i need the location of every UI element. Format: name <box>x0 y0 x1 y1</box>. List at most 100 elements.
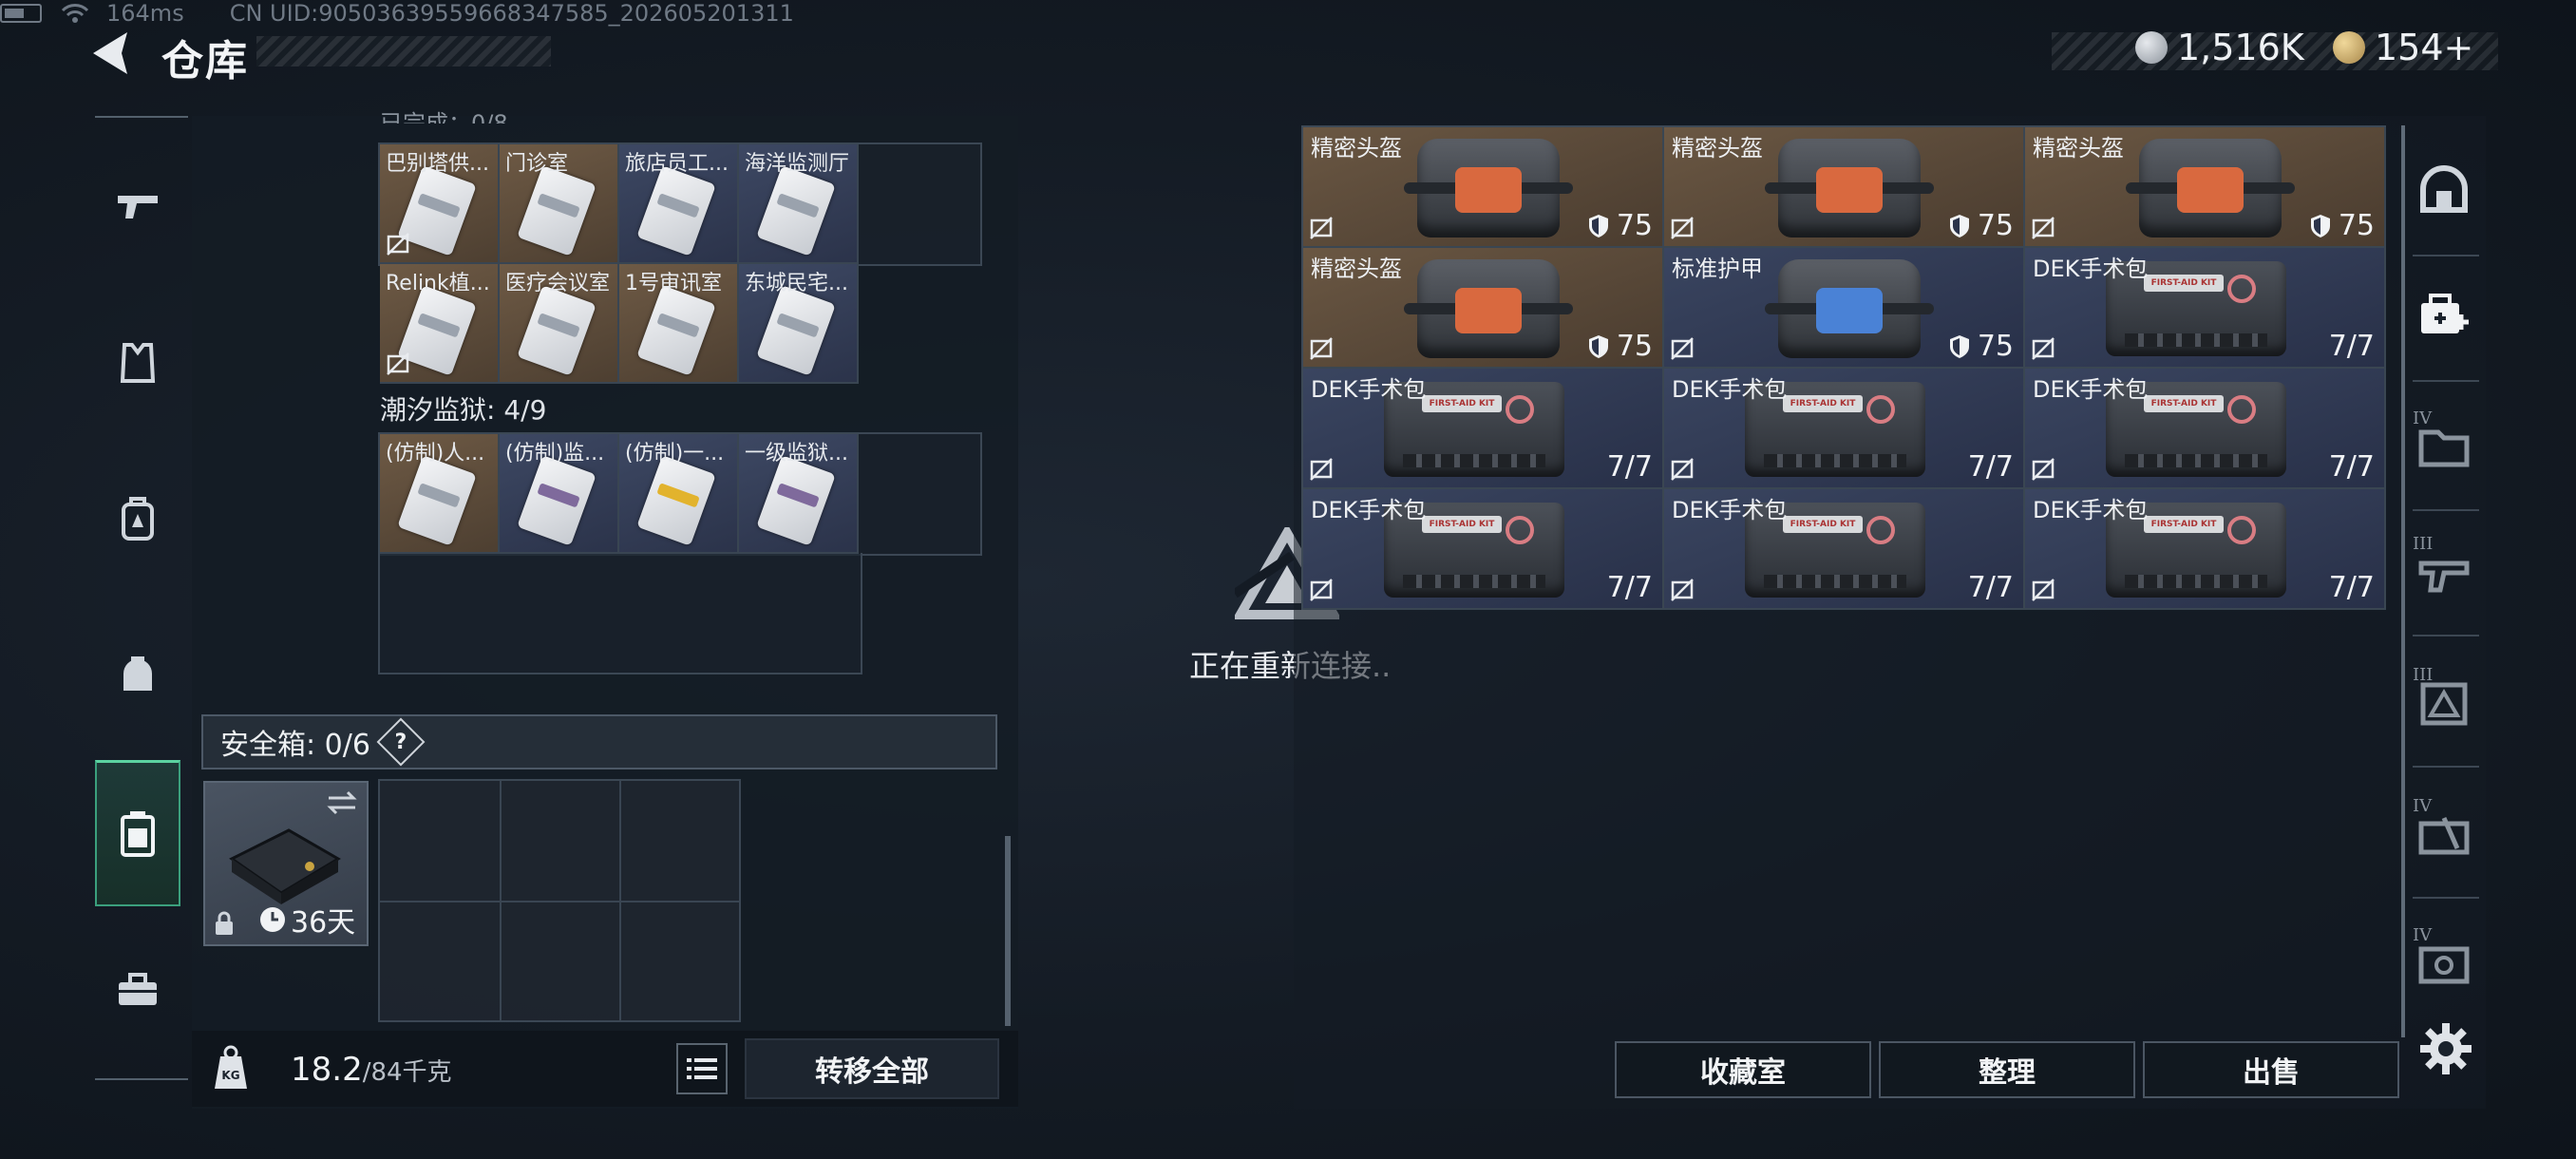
keycard-label: 东城民宅... <box>745 272 848 295</box>
no-sell-icon <box>1671 579 1694 601</box>
rail-toolbox-button[interactable] <box>95 942 180 1037</box>
sell-button[interactable]: 出售 <box>2143 1041 2399 1098</box>
keycard-label: 门诊室 <box>505 152 569 176</box>
warning-tab[interactable]: III <box>2413 665 2475 733</box>
rail-helmet-button[interactable] <box>95 627 180 722</box>
back-arrow-icon <box>93 32 127 74</box>
stash-item-value-text: 75 <box>1616 330 1653 363</box>
help-button[interactable]: ? <box>376 717 426 767</box>
rail-container-button[interactable] <box>95 760 180 906</box>
keycard-icon <box>636 285 716 376</box>
keycard-icon <box>517 285 597 376</box>
helmet-tab[interactable] <box>2413 160 2475 222</box>
safebox-header: 安全箱: 0/6 ? <box>201 714 997 770</box>
stash-item-value-text: 7/7 <box>2328 330 2375 363</box>
stash-item[interactable]: 精密头盔 75 <box>1303 248 1664 369</box>
swap-icon <box>327 790 357 815</box>
settings-button[interactable] <box>2418 1021 2473 1076</box>
keycard-label: (仿制)一... <box>625 442 725 466</box>
keycard-slot[interactable]: 海洋监测厅 <box>739 144 859 264</box>
rail-backpack-button[interactable] <box>95 471 180 566</box>
stash-item[interactable]: FIRST-AID KIT DEK手术包 7/7 <box>1303 369 1664 489</box>
stash-item[interactable]: FIRST-AID KIT DEK手术包 7/7 <box>2025 489 2386 610</box>
no-sell-icon <box>1671 458 1694 481</box>
stash-item-label: DEK手术包 <box>2033 376 2149 403</box>
medkit-tag: FIRST-AID KIT <box>1422 516 1502 533</box>
transfer-all-button[interactable]: 转移全部 <box>745 1038 999 1099</box>
safebox-timer: 36天 <box>258 899 355 940</box>
keycard-slot[interactable]: 一级监狱... <box>739 434 859 554</box>
keycard-slot[interactable]: 门诊室 <box>500 144 619 264</box>
organize-button[interactable]: 整理 <box>1879 1041 2135 1098</box>
stash-item-label: DEK手术包 <box>1311 376 1427 403</box>
safebox-timer-text: 36天 <box>291 906 356 940</box>
category-rail <box>95 116 188 1080</box>
gear-bag-icon <box>1404 259 1573 358</box>
no-sell-icon <box>1310 458 1333 481</box>
stash-item-label: 精密头盔 <box>1672 135 1763 162</box>
keycard-slot[interactable]: (仿制)人... <box>380 434 500 554</box>
safe-tab[interactable]: IV <box>2413 925 2475 994</box>
keycard-label: 海洋监测厅 <box>745 152 850 176</box>
keycard-slot[interactable]: 巴别塔供... <box>380 144 500 264</box>
medical-tab[interactable] <box>2413 285 2475 348</box>
no-sell-icon <box>1310 337 1333 360</box>
stash-item-value: 7/7 <box>1607 450 1653 484</box>
gun-tab[interactable]: III <box>2413 534 2475 602</box>
stash-item[interactable]: 精密头盔 75 <box>1664 127 2025 248</box>
stash-item-value-text: 75 <box>1977 209 2014 242</box>
no-sell-icon <box>1310 579 1333 601</box>
armor-shield-icon <box>2310 214 2330 238</box>
tab-level: III <box>2413 665 2434 685</box>
stash-item-value-text: 75 <box>1977 330 2014 363</box>
safebox-item[interactable]: 36天 <box>203 781 369 946</box>
keycard-slot[interactable]: Relink植... <box>380 264 500 384</box>
keycard-label: 巴别塔供... <box>386 152 489 176</box>
keycard-label: (仿制)人... <box>386 442 485 466</box>
no-sell-icon <box>1310 217 1333 239</box>
uid-text: CN UID:9050363955966834758​5_20260520131… <box>229 0 794 27</box>
group-a-label: 已完成：0/8 <box>380 110 508 124</box>
no-sell-icon <box>2032 217 2055 239</box>
stash-item-value: 7/7 <box>2329 330 2375 363</box>
keycard-label: 医疗会议室 <box>505 272 611 295</box>
medkit-tag: FIRST-AID KIT <box>1783 516 1863 533</box>
stash-item[interactable]: FIRST-AID KIT DEK手术包 7/7 <box>1664 489 2025 610</box>
keycard-slot[interactable]: (仿制)一... <box>619 434 739 554</box>
stash-item-value-text: 75 <box>1616 209 1653 242</box>
tab-divider <box>2413 766 2479 768</box>
backpack-icon <box>122 497 154 541</box>
rail-armor-button[interactable] <box>95 315 180 410</box>
weight-current: 18.2 <box>291 1051 363 1089</box>
folder-tab[interactable]: IV <box>2413 408 2475 477</box>
stash-item[interactable]: 精密头盔 75 <box>1303 127 1664 248</box>
wifi-icon <box>61 4 89 23</box>
stash-item[interactable]: FIRST-AID KIT DEK手术包 7/7 <box>1303 489 1664 610</box>
keycard-label: Relink植... <box>386 272 490 295</box>
stash-item[interactable]: FIRST-AID KIT DEK手术包 7/7 <box>2025 369 2386 489</box>
keycard-slot[interactable]: 医疗会议室 <box>500 264 619 384</box>
svg-text:KG: KG <box>221 1069 239 1082</box>
stash-item-label: DEK手术包 <box>2033 497 2149 523</box>
stash-item[interactable]: 标准护甲 75 <box>1664 248 2025 369</box>
tool-tab[interactable]: IV <box>2413 796 2475 864</box>
rail-weapon-button[interactable] <box>95 158 180 253</box>
keycard-slot[interactable]: 东城民宅... <box>739 264 859 384</box>
weight-max: /84千克 <box>362 1058 452 1087</box>
page-title: 仓库 <box>161 37 249 86</box>
lock-icon <box>216 911 233 935</box>
stash-item[interactable]: 精密头盔 75 <box>2025 127 2386 248</box>
keycard-slot[interactable]: (仿制)监... <box>500 434 619 554</box>
stash-item[interactable]: FIRST-AID KIT DEK手术包 7/7 <box>1664 369 2025 489</box>
collection-button[interactable]: 收藏室 <box>1615 1041 1871 1098</box>
keycard-slot[interactable]: 1号审讯室 <box>619 264 739 384</box>
keycard-slot[interactable]: 旅店员工... <box>619 144 739 264</box>
stash-item[interactable]: FIRST-AID KIT DEK手术包 7/7 <box>2025 248 2386 369</box>
stash-item-value-text: 75 <box>2338 209 2375 242</box>
gear-bag-icon <box>2126 139 2295 238</box>
inventory-scrollbar[interactable] <box>1005 836 1011 1026</box>
armor-shield-icon <box>1949 334 1969 358</box>
back-button[interactable] <box>85 27 139 80</box>
gear-bag-icon <box>1765 139 1934 238</box>
list-view-button[interactable] <box>676 1043 728 1094</box>
